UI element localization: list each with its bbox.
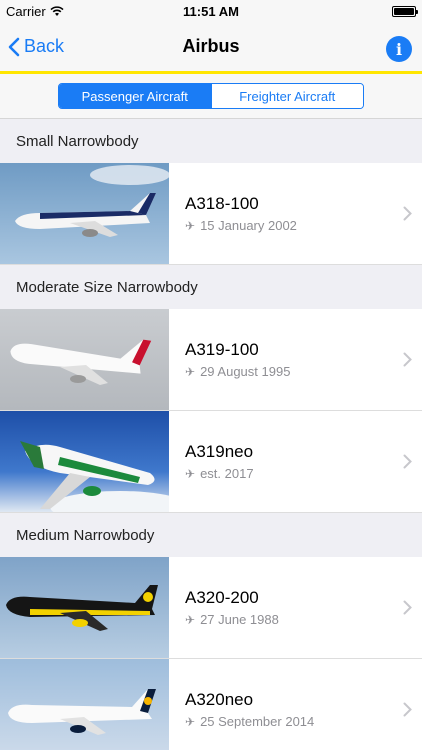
section-header: Medium Narrowbody bbox=[0, 513, 422, 557]
aircraft-photo bbox=[0, 659, 169, 750]
row-text: A320neo ✈ 25 September 2014 bbox=[169, 659, 392, 750]
aircraft-photo bbox=[0, 411, 169, 512]
page-title: Airbus bbox=[182, 36, 240, 56]
list-item-a319neo[interactable]: A319neo ✈ est. 2017 bbox=[0, 411, 422, 513]
chevron-right-icon bbox=[392, 557, 422, 658]
airplane-icon: ✈ bbox=[185, 714, 196, 729]
status-left: Carrier bbox=[6, 4, 64, 19]
aircraft-name: A318-100 bbox=[185, 194, 259, 213]
first-flight-date: 15 January 2002 bbox=[200, 218, 297, 233]
aircraft-name: A319-100 bbox=[185, 340, 259, 359]
back-button[interactable]: Back bbox=[8, 22, 64, 71]
list-item-a320-200[interactable]: A320-200 ✈ 27 June 1988 bbox=[0, 557, 422, 659]
first-flight: ✈ 15 January 2002 bbox=[185, 218, 392, 233]
status-bar: Carrier 11:51 AM bbox=[0, 0, 422, 22]
airplane-icon: ✈ bbox=[185, 466, 196, 481]
aircraft-name: A320-200 bbox=[185, 588, 259, 607]
first-flight-date: 27 June 1988 bbox=[200, 612, 279, 627]
first-flight: ✈ 25 September 2014 bbox=[185, 714, 392, 729]
info-button[interactable]: i bbox=[386, 36, 412, 62]
aircraft-photo bbox=[0, 163, 169, 264]
chevron-left-icon bbox=[8, 37, 20, 56]
first-flight: ✈ 27 June 1988 bbox=[185, 612, 392, 627]
row-text: A320-200 ✈ 27 June 1988 bbox=[169, 557, 392, 658]
segment-passenger-aircraft[interactable]: Passenger Aircraft bbox=[59, 84, 211, 108]
section-header: Moderate Size Narrowbody bbox=[0, 265, 422, 309]
airplane-icon: ✈ bbox=[185, 364, 196, 379]
segment-bar: Passenger Aircraft Freighter Aircraft bbox=[0, 74, 422, 119]
chevron-right-icon bbox=[392, 163, 422, 264]
aircraft-type-segmented-control: Passenger Aircraft Freighter Aircraft bbox=[58, 83, 364, 109]
first-flight: ✈ est. 2017 bbox=[185, 466, 392, 481]
aircraft-photo bbox=[0, 309, 169, 410]
carrier-label: Carrier bbox=[6, 3, 46, 19]
list-item-a319-100[interactable]: A319-100 ✈ 29 August 1995 bbox=[0, 309, 422, 411]
list-item-a318-100[interactable]: A318-100 ✈ 15 January 2002 bbox=[0, 163, 422, 265]
status-right bbox=[392, 5, 418, 17]
aircraft-photo bbox=[0, 557, 169, 658]
chevron-right-icon bbox=[392, 659, 422, 750]
airplane-icon: ✈ bbox=[185, 612, 196, 627]
chevron-right-icon bbox=[392, 411, 422, 512]
airplane-icon: ✈ bbox=[185, 218, 196, 233]
aircraft-name: A319neo bbox=[185, 442, 254, 461]
wifi-icon bbox=[50, 5, 64, 16]
first-flight: ✈ 29 August 1995 bbox=[185, 364, 392, 379]
info-icon: i bbox=[395, 39, 403, 59]
section-header: Small Narrowbody bbox=[0, 119, 422, 163]
aircraft-list: Small Narrowbody A318-100 ✈ 15 January 2… bbox=[0, 119, 422, 750]
segment-freighter-aircraft[interactable]: Freighter Aircraft bbox=[210, 84, 363, 108]
aircraft-name: A320neo bbox=[185, 690, 254, 709]
row-text: A319-100 ✈ 29 August 1995 bbox=[169, 309, 392, 410]
navigation-bar: Back Airbus i bbox=[0, 22, 422, 74]
row-text: A318-100 ✈ 15 January 2002 bbox=[169, 163, 392, 264]
battery-icon bbox=[392, 5, 418, 17]
list-item-a320neo[interactable]: A320neo ✈ 25 September 2014 bbox=[0, 659, 422, 750]
first-flight-date: 25 September 2014 bbox=[200, 714, 315, 729]
chevron-right-icon bbox=[392, 309, 422, 410]
first-flight-date: 29 August 1995 bbox=[200, 364, 291, 379]
back-label: Back bbox=[24, 36, 65, 56]
first-flight-date: est. 2017 bbox=[200, 466, 254, 481]
row-text: A319neo ✈ est. 2017 bbox=[169, 411, 392, 512]
